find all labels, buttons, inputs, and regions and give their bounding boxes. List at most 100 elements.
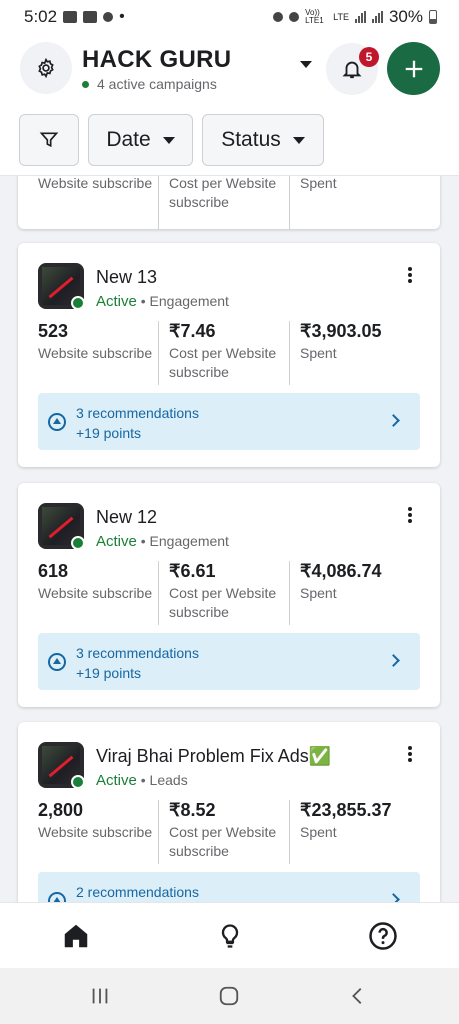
campaign-status-line: Active • Engagement xyxy=(96,533,229,550)
campaign-status-line: Active • Engagement xyxy=(96,293,229,310)
recommendations-count: 3 recommendations xyxy=(76,405,199,421)
metric-label: Cost per Website subscribe xyxy=(169,585,277,620)
metric-label: Cost per Website subscribe xyxy=(169,176,277,210)
metric-value: ₹8.52 xyxy=(169,800,216,820)
recents-icon xyxy=(92,988,108,1004)
arrow-up-circle-icon xyxy=(48,892,66,902)
nav-insights[interactable] xyxy=(213,919,247,953)
help-icon xyxy=(369,922,397,950)
metric-spent: ₹4,086.74 Spent xyxy=(289,561,420,625)
recommendations-banner[interactable]: 3 recommendations +19 points xyxy=(38,393,420,450)
metric-cost: ₹6.61 Cost per Website subscribe xyxy=(158,561,289,625)
campaign-name[interactable]: New 13 xyxy=(96,267,157,288)
metric-label: Spent xyxy=(300,176,337,191)
date-filter-dropdown[interactable]: Date xyxy=(88,114,193,166)
recommendations-points: +19 points xyxy=(76,665,141,681)
home-system-button[interactable] xyxy=(217,984,241,1008)
arrow-up-circle-icon xyxy=(48,653,66,671)
campaign-status: Active xyxy=(96,533,137,550)
campaign-name[interactable]: New 12 xyxy=(96,507,157,528)
recommendations-count: 2 recommendations xyxy=(76,884,199,900)
bottom-navigation xyxy=(0,902,459,968)
lightbulb-icon xyxy=(221,924,239,948)
account-subtitle: 4 active campaigns xyxy=(82,76,217,92)
metric-label: Spent xyxy=(300,824,337,840)
chevron-right-icon xyxy=(387,893,400,902)
recommendations-banner[interactable]: 3 recommendations +19 points xyxy=(38,633,420,690)
filter-button[interactable] xyxy=(19,114,79,166)
metric-subscribe: 523 Website subscribe xyxy=(38,321,158,385)
status-dot xyxy=(71,775,85,789)
nav-help[interactable] xyxy=(366,919,400,953)
chevron-right-icon xyxy=(387,414,400,427)
more-options-icon[interactable] xyxy=(402,265,418,285)
filter-bar: Date Status xyxy=(0,108,459,176)
campaign-card[interactable]: New 13 Active • Engagement 523 Website s… xyxy=(18,243,440,467)
plus-icon xyxy=(405,60,422,77)
recents-button[interactable] xyxy=(88,984,112,1008)
campaign-status: Active xyxy=(96,772,137,789)
metric-subscribe: Website subscribe xyxy=(38,176,158,236)
active-dot xyxy=(82,80,89,88)
battery-percent: 30% xyxy=(388,7,423,26)
account-name[interactable]: HACK GURU xyxy=(82,46,231,74)
status-filter-label: Status xyxy=(221,128,281,151)
campaign-feed[interactable]: Website subscribe Cost per Website subsc… xyxy=(0,176,459,902)
chevron-down-icon xyxy=(300,60,312,68)
status-bar-left: 5:02 • xyxy=(24,7,125,27)
metric-cost: Cost per Website subscribe xyxy=(158,176,289,230)
metric-label: Website subscribe xyxy=(38,824,153,840)
lte-label: LTE xyxy=(333,12,349,22)
settings-button[interactable] xyxy=(20,42,72,94)
metric-value: 2,800 xyxy=(38,800,84,820)
recommendations-points: +19 points xyxy=(76,425,141,441)
metric-label: Cost per Website subscribe xyxy=(169,345,277,380)
app-header: HACK GURU 4 active campaigns 5 xyxy=(0,34,459,108)
system-navigation-bar xyxy=(0,968,459,1024)
metric-value: ₹3,903.05 xyxy=(300,321,382,341)
metric-value: 523 xyxy=(38,321,69,341)
campaign-card[interactable]: New 12 Active • Engagement 618 Website s… xyxy=(18,483,440,707)
campaign-card-partial[interactable]: Website subscribe Cost per Website subsc… xyxy=(18,176,440,230)
gallery-notification-icon xyxy=(63,11,78,23)
battery-icon xyxy=(429,10,437,24)
signal-2-icon xyxy=(371,11,383,23)
network-label: Vo)) LTE1 xyxy=(305,8,324,25)
account-switcher-button[interactable] xyxy=(296,54,316,74)
recommendations-count: 3 recommendations xyxy=(76,645,199,661)
status-more-dot: • xyxy=(119,8,125,25)
campaign-metrics: 2,800 Website subscribe ₹8.52 Cost per W… xyxy=(38,800,420,864)
metric-cost: ₹8.52 Cost per Website subscribe xyxy=(158,800,289,864)
status-time: 5:02 xyxy=(24,7,58,26)
more-options-icon[interactable] xyxy=(402,505,418,525)
create-campaign-button[interactable] xyxy=(387,42,440,95)
campaign-objective: Engagement xyxy=(149,533,229,549)
hotspot-icon xyxy=(289,12,300,22)
status-bar-right: Vo)) LTE1 LTE 30% xyxy=(273,7,437,27)
more-options-icon[interactable] xyxy=(402,744,418,764)
metric-label: Website subscribe xyxy=(38,585,153,601)
campaign-objective: Engagement xyxy=(149,293,229,309)
back-button[interactable] xyxy=(346,984,370,1008)
status-filter-dropdown[interactable]: Status xyxy=(202,114,324,166)
campaign-status-line: Active • Leads xyxy=(96,772,188,789)
nav-home[interactable] xyxy=(59,919,93,953)
campaign-card[interactable]: Viraj Bhai Problem Fix Ads✅ Active • Lea… xyxy=(18,722,440,902)
metric-spent: Spent xyxy=(289,176,420,230)
home-circle-icon xyxy=(219,986,239,1006)
metric-label: Cost per Website subscribe xyxy=(169,824,277,859)
status-dot xyxy=(71,536,85,550)
arrow-up-circle-icon xyxy=(48,413,66,431)
metric-label: Spent xyxy=(300,345,337,361)
whatsapp-notification-icon xyxy=(103,12,114,22)
metric-subscribe: 2,800 Website subscribe xyxy=(38,800,158,864)
recommendations-banner[interactable]: 2 recommendations xyxy=(38,872,420,902)
campaign-metrics: 523 Website subscribe ₹7.46 Cost per Web… xyxy=(38,321,420,385)
metric-value: ₹4,086.74 xyxy=(300,561,382,581)
metric-value: ₹6.61 xyxy=(169,561,216,581)
metric-spent: ₹3,903.05 Spent xyxy=(289,321,420,385)
campaign-name[interactable]: Viraj Bhai Problem Fix Ads✅ xyxy=(96,746,331,767)
campaign-metrics: Website subscribe Cost per Website subsc… xyxy=(38,176,420,236)
chevron-down-icon xyxy=(162,136,175,144)
status-bar: 5:02 • Vo)) LTE1 LTE 30% xyxy=(0,0,459,34)
